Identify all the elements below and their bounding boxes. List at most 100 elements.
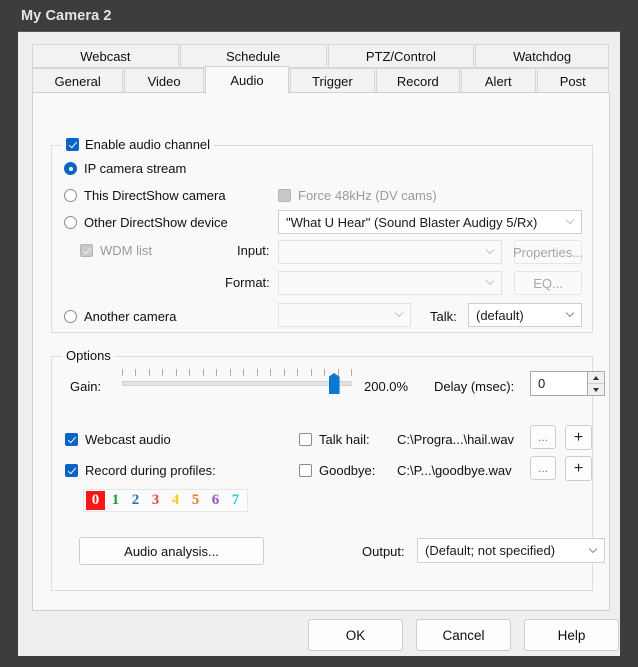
eq-button[interactable]: EQ... xyxy=(514,271,582,295)
slider-tick xyxy=(337,369,339,376)
enable-audio-channel-checkbox[interactable] xyxy=(66,138,79,151)
tab-label: Post xyxy=(559,74,586,89)
cancel-button[interactable]: Cancel xyxy=(416,619,511,651)
options-group-legend: Options xyxy=(62,348,115,363)
force-48khz-checkbox[interactable] xyxy=(278,189,291,202)
help-button[interactable]: Help xyxy=(524,619,619,651)
radio-ip-camera-stream[interactable] xyxy=(64,162,77,175)
spinner-down-button[interactable] xyxy=(588,384,604,395)
profile-button-2[interactable]: 2 xyxy=(126,491,145,510)
output-combo[interactable]: (Default; not specified) xyxy=(417,538,605,563)
delay-label: Delay (msec): xyxy=(434,379,515,394)
format-combo[interactable] xyxy=(278,271,502,295)
tab-label: Alert xyxy=(484,74,512,89)
tab-post[interactable]: Post xyxy=(536,68,609,94)
delay-value[interactable]: 0 xyxy=(531,372,587,395)
wdm-list-label: WDM list xyxy=(100,243,152,258)
profile-button-label: 3 xyxy=(151,492,160,508)
profile-button-0[interactable]: 0 xyxy=(86,491,105,510)
tab-alert[interactable]: Alert xyxy=(461,68,536,94)
tab-video[interactable]: Video xyxy=(124,68,204,94)
tab-label: Webcast xyxy=(80,48,131,64)
properties-button[interactable]: Properties... xyxy=(513,240,583,264)
plus-icon: + xyxy=(573,428,584,446)
webcast-audio-row[interactable]: Webcast audio xyxy=(65,432,171,447)
output-label-wrap: Output: xyxy=(362,544,405,559)
tab-audio[interactable]: Audio xyxy=(204,66,290,94)
ok-button[interactable]: OK xyxy=(308,619,403,651)
input-label-wrap: Input: xyxy=(237,243,270,258)
profile-button-label: 5 xyxy=(191,492,200,508)
talk-hail-row[interactable]: Talk hail: xyxy=(299,432,370,447)
talk-hail-browse-button[interactable]: ... xyxy=(530,425,556,449)
delay-spinner-buttons xyxy=(587,372,604,395)
goodbye-row[interactable]: Goodbye: xyxy=(299,463,375,478)
source-another-camera-row[interactable]: Another camera xyxy=(64,309,177,324)
goodbye-path: C:\P...\goodbye.wav xyxy=(397,463,512,478)
tab-label: Record xyxy=(396,74,439,89)
slider-tick xyxy=(216,369,218,376)
slider-tick xyxy=(148,369,150,376)
ellipsis-icon: ... xyxy=(537,430,548,444)
source-other-directshow-device-row[interactable]: Other DirectShow device xyxy=(64,215,228,230)
audio-analysis-button[interactable]: Audio analysis... xyxy=(79,537,264,565)
slider-tick xyxy=(162,369,164,376)
tab-general[interactable]: General xyxy=(32,68,124,94)
profile-button-6[interactable]: 6 xyxy=(206,491,225,510)
tab-label: Audio xyxy=(230,72,264,88)
slider-tick xyxy=(270,369,272,376)
force-48khz-row[interactable]: Force 48kHz (DV cams) xyxy=(278,188,437,203)
radio-this-directshow-camera[interactable] xyxy=(64,189,77,202)
chevron-down-icon xyxy=(561,304,579,326)
wdm-list-checkbox[interactable] xyxy=(80,244,93,257)
input-combo[interactable] xyxy=(278,240,502,264)
tab-schedule[interactable]: Schedule xyxy=(179,44,327,68)
wdm-list-row[interactable]: WDM list xyxy=(80,243,152,258)
output-combo-value: (Default; not specified) xyxy=(425,543,556,558)
options-group-label: Options xyxy=(66,348,111,363)
profile-selector[interactable]: 01234567 xyxy=(83,489,248,512)
help-button-label: Help xyxy=(557,627,586,643)
spinner-up-button[interactable] xyxy=(588,372,604,384)
gain-slider[interactable] xyxy=(122,369,352,395)
talk-hail-checkbox[interactable] xyxy=(299,433,312,446)
output-label: Output: xyxy=(362,544,405,559)
talk-combo[interactable]: (default) xyxy=(468,303,582,327)
record-during-profiles-checkbox[interactable] xyxy=(65,464,78,477)
directshow-device-combo[interactable]: "What U Hear" (Sound Blaster Audigy 5/Rx… xyxy=(278,210,582,234)
profile-button-label: 2 xyxy=(131,492,140,508)
profile-button-4[interactable]: 4 xyxy=(166,491,185,510)
another-camera-combo[interactable] xyxy=(278,303,411,327)
profile-button-3[interactable]: 3 xyxy=(146,491,165,510)
tab-record[interactable]: Record xyxy=(375,68,461,94)
delay-spinner[interactable]: 0 xyxy=(530,371,605,396)
profile-button-1[interactable]: 1 xyxy=(106,491,125,510)
talk-hail-add-button[interactable]: + xyxy=(565,425,592,450)
webcast-audio-checkbox[interactable] xyxy=(65,433,78,446)
goodbye-checkbox[interactable] xyxy=(299,464,312,477)
slider-tick xyxy=(324,369,326,376)
goodbye-browse-button[interactable]: ... xyxy=(530,456,556,480)
source-ip-camera-stream-row[interactable]: IP camera stream xyxy=(64,161,186,176)
slider-tick xyxy=(283,369,285,376)
profile-button-7[interactable]: 7 xyxy=(226,491,245,510)
goodbye-add-button[interactable]: + xyxy=(565,456,592,481)
talk-combo-value: (default) xyxy=(476,307,524,323)
radio-other-directshow-device[interactable] xyxy=(64,216,77,229)
tab-trigger[interactable]: Trigger xyxy=(290,68,375,94)
profile-button-5[interactable]: 5 xyxy=(186,491,205,510)
gain-slider-thumb[interactable] xyxy=(328,373,340,394)
record-during-profiles-row[interactable]: Record during profiles: xyxy=(65,463,216,478)
gain-value: 200.0% xyxy=(364,379,409,394)
tab-webcast[interactable]: Webcast xyxy=(32,44,179,68)
slider-tick xyxy=(297,369,299,376)
tab-ptz-control[interactable]: PTZ/Control xyxy=(327,44,475,68)
tab-strip: Webcast Schedule PTZ/Control Watchdog Ge… xyxy=(32,44,610,94)
radio-another-camera[interactable] xyxy=(64,310,77,323)
gain-slider-track[interactable] xyxy=(122,381,352,386)
tab-watchdog[interactable]: Watchdog xyxy=(475,44,610,68)
talk-label-wrap: Talk: xyxy=(430,309,457,324)
source-this-directshow-camera-row[interactable]: This DirectShow camera xyxy=(64,188,226,203)
radio-label-other-directshow-device: Other DirectShow device xyxy=(84,215,228,230)
tab-row-upper: Webcast Schedule PTZ/Control Watchdog xyxy=(32,44,610,68)
